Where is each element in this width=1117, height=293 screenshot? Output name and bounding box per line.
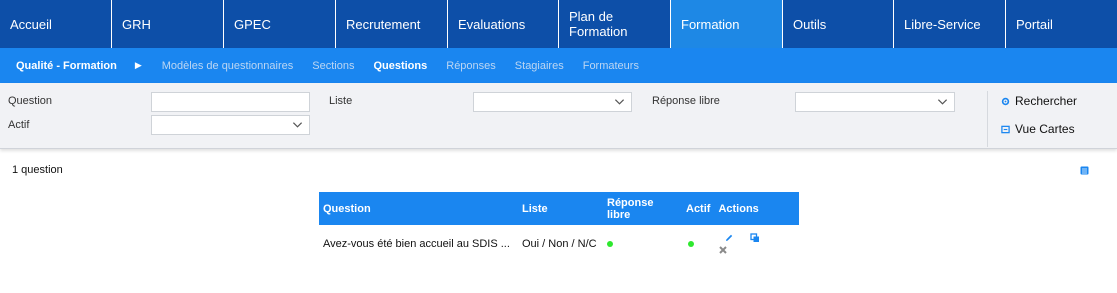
column-header-reponse-libre[interactable]: Réponse libre: [603, 192, 682, 225]
filter-panel: Question Actif Liste Réponse libre Reche…: [0, 83, 1117, 149]
subnav-item-questions[interactable]: Questions: [373, 60, 427, 72]
liste-filter-select[interactable]: [473, 92, 632, 112]
caret-right-icon: ▶: [134, 60, 142, 70]
pencil-icon[interactable]: [724, 233, 734, 243]
actif-filter-select[interactable]: [151, 115, 310, 135]
nav-item-recrutement[interactable]: Recrutement: [336, 0, 448, 48]
nav-item-accueil[interactable]: Accueil: [0, 0, 112, 48]
column-header-actions: Actions: [718, 202, 759, 215]
nav-item-label: Evaluations: [458, 16, 526, 32]
breadcrumb-root[interactable]: Qualité - Formation: [0, 60, 117, 72]
nav-item-label: GRH: [122, 16, 151, 32]
questions-table: Question Liste Réponse libre Actif Actio…: [319, 192, 799, 262]
nav-item-label: Portail: [1016, 16, 1053, 32]
list-view-icon[interactable]: [1080, 166, 1089, 175]
actif-cell: [682, 225, 714, 262]
nav-item-evaluations[interactable]: Evaluations: [448, 0, 559, 48]
nav-item-outils[interactable]: Outils: [783, 0, 894, 48]
column-header-liste[interactable]: Liste: [518, 192, 603, 225]
copy-icon[interactable]: [749, 232, 760, 243]
column-header-actif[interactable]: Actif: [682, 192, 714, 225]
search-icon: [1001, 97, 1010, 105]
subnav-item-sections[interactable]: Sections: [312, 60, 354, 72]
nav-item-plan-de-formation[interactable]: Plan de Formation: [559, 0, 671, 48]
cards-icon: [1001, 125, 1010, 133]
search-button[interactable]: Rechercher: [1001, 94, 1077, 108]
actif-status-dot: [688, 240, 694, 247]
nav-item-label: GPEC: [234, 16, 271, 32]
nav-item-formation[interactable]: Formation: [671, 0, 783, 48]
cards-view-button[interactable]: Vue Cartes: [1001, 122, 1075, 136]
main-nav: Accueil GRH GPEC Recrutement Evaluations…: [0, 0, 1117, 48]
subnav-item-reponses[interactable]: Réponses: [446, 60, 496, 72]
liste-filter-label: Liste: [329, 95, 353, 107]
nav-item-grh[interactable]: GRH: [112, 0, 224, 48]
nav-item-gpec[interactable]: GPEC: [224, 0, 336, 48]
actif-filter-label: Actif: [8, 119, 30, 131]
chevron-down-icon: [292, 122, 303, 128]
reponse-libre-cell: [603, 225, 682, 262]
reponse-libre-filter-label: Réponse libre: [652, 95, 720, 107]
sub-nav: Qualité - Formation ▶ Modèles de questio…: [0, 48, 1117, 83]
subnav-item-formateurs[interactable]: Formateurs: [583, 60, 639, 72]
nav-item-label: Recrutement: [346, 16, 421, 32]
nav-item-label: Libre-Service: [904, 16, 981, 32]
close-icon[interactable]: [718, 245, 728, 255]
nav-item-libre-service[interactable]: Libre-Service: [894, 0, 1006, 48]
question-cell: Avez-vous été bien accueil au SDIS ...: [323, 237, 510, 250]
search-button-label: Rechercher: [1015, 94, 1078, 108]
result-count: 1 question: [12, 164, 63, 176]
cards-view-label: Vue Cartes: [1015, 122, 1075, 136]
reponse-libre-status-dot: [607, 240, 613, 247]
filter-divider: [987, 91, 988, 147]
nav-item-label: Outils: [793, 16, 827, 32]
nav-item-label: Accueil: [10, 16, 52, 32]
chevron-down-icon: [614, 99, 625, 105]
subnav-item-modeles[interactable]: Modèles de questionnaires: [162, 60, 293, 72]
subnav-item-stagiaires[interactable]: Stagiaires: [515, 60, 564, 72]
liste-cell: Oui / Non / N/C: [522, 237, 597, 250]
table-header-row: Question Liste Réponse libre Actif Actio…: [319, 192, 799, 225]
question-filter-input[interactable]: [151, 92, 310, 112]
nav-item-portail[interactable]: Portail: [1006, 0, 1117, 48]
chevron-down-icon: [937, 99, 948, 105]
reponse-libre-filter-select[interactable]: [795, 92, 955, 112]
column-header-question[interactable]: Question: [319, 192, 518, 225]
nav-item-label: Formation: [681, 16, 740, 32]
nav-item-label: Plan de Formation: [569, 9, 628, 39]
actions-cell: [714, 225, 799, 262]
question-filter-label: Question: [8, 95, 53, 107]
table-row: Avez-vous été bien accueil au SDIS ... O…: [319, 225, 799, 262]
